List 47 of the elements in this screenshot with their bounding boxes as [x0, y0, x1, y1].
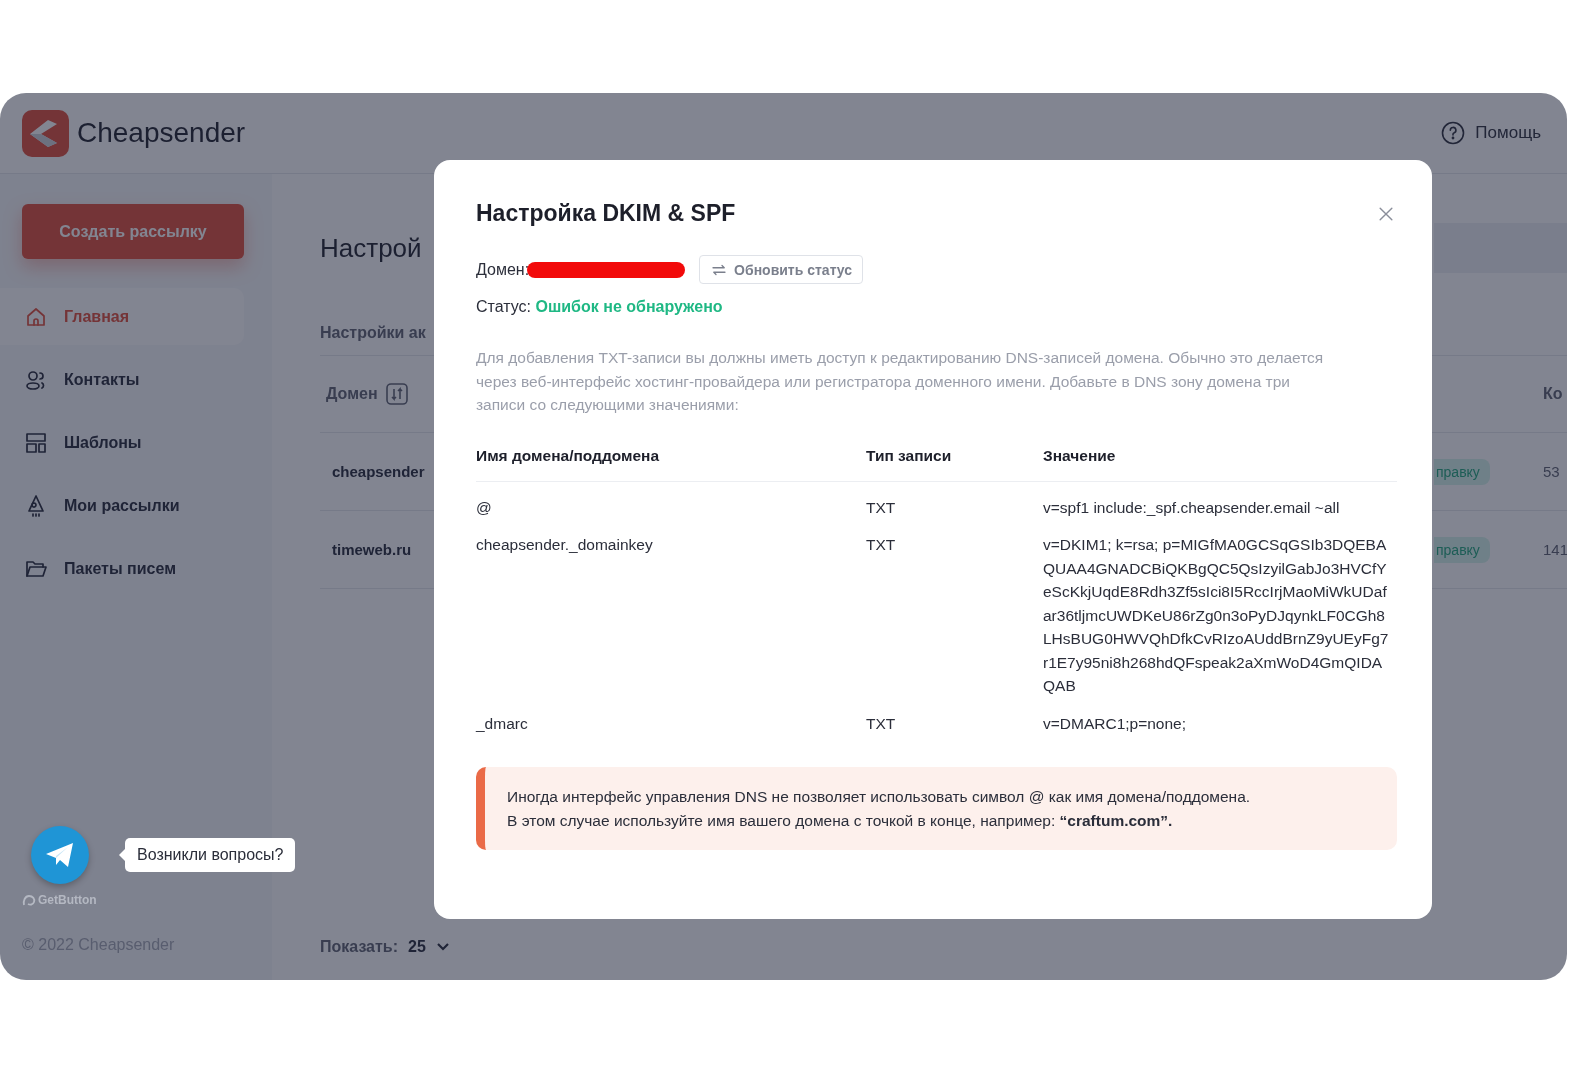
column-header: Домен — [326, 385, 378, 403]
domain-cell-text: cheapsender — [331, 463, 426, 480]
status-label: Статус: — [476, 298, 532, 315]
sidebar-item[interactable]: Контакты — [0, 351, 244, 408]
layout-icon — [24, 430, 48, 455]
chevron-down-icon[interactable] — [435, 942, 450, 952]
status-badge: правку — [1434, 458, 1490, 485]
create-mailing-button[interactable]: Создать рассылку — [22, 204, 244, 259]
page-size-select[interactable]: 25 — [408, 938, 426, 956]
sort-icon[interactable] — [385, 383, 408, 405]
logo-icon — [22, 109, 69, 157]
table-cell-text: v=DKIM1; k=rsa; p=MIGfMA0GCSqGSIb3DQEBAQUAA4GNADCBiQKBgQC5QsIzyilGabJo3HVCfYeScKkjUqdE8Rdh3Zf5sIci8I5RccIrjMaoMiWkUDafar36tljmcUWDKeU86rZg0n3oPyDJqynkLF0CGh8LHsBUG0HWVQhDfkCvRIzoAUddBrnZ9yUEyFg7r1E7y95ni8h268hdQFspeak2aXmWoD4GmQIDAQAB — [1043, 535, 1390, 696]
column-header: Ко — [1543, 385, 1564, 403]
domain-cell-text: timeweb.ru — [331, 541, 413, 558]
status-badge: правку — [1434, 536, 1490, 563]
brand-name: Cheapsender — [77, 117, 246, 149]
help-icon — [1441, 121, 1466, 145]
pager-label: Показать: — [320, 938, 398, 956]
table-cell-text: _dmarc — [476, 713, 529, 734]
dialog-title: Настройка DKIM & SPF — [476, 200, 736, 227]
count-cell: 141 — [1543, 541, 1567, 558]
status-value: Ошибок не обнаружено — [535, 298, 723, 315]
column-header: Тип записи — [866, 446, 1043, 482]
table-cell-text: @ — [476, 497, 493, 518]
table-cell-text: TXT — [866, 713, 897, 734]
table-cell-text: v=DMARC1;p=none; — [1043, 713, 1188, 734]
sidebar-item[interactable]: Шаблоны — [0, 414, 244, 471]
table-cell-text: TXT — [866, 535, 897, 555]
chat-bubble[interactable]: Возникли вопросы? — [125, 838, 296, 872]
help-link[interactable]: Помощь — [1441, 121, 1541, 145]
paper-plane-icon — [45, 842, 75, 868]
sidebar-item[interactable]: Пакеты писем — [0, 540, 244, 597]
page-title: Настрой — [320, 232, 423, 264]
column-header: Имя домена/поддомена — [476, 446, 866, 482]
table-cell-text: v=spf1 include:_spf.cheapsender.email ~all — [1043, 497, 1341, 518]
note-text: В этом случае используйте имя вашего домена с точкой в конце, например: “craftum.com”. — [507, 810, 1174, 831]
domain-label: Домен: — [476, 260, 530, 279]
count-cell-text: 53 — [1543, 463, 1561, 480]
table-cell-text: TXT — [866, 497, 897, 518]
note-text: Иногда интерфейс управления DNS не позволяет использовать символ @ как имя домена/поддомена. — [507, 787, 1252, 807]
column-header: Значение — [1043, 446, 1397, 482]
settings-tab[interactable]: Настройки ак — [320, 324, 434, 342]
sidebar-item[interactable]: Мои рассылки — [0, 477, 244, 534]
table-cell-text: cheapsender._domainkey — [476, 535, 654, 555]
sidebar-item[interactable]: Главная — [0, 288, 244, 345]
instructions-text: Для добавления TXT-записи вы должны иметь доступ к редактированию DNS-записей домена. Обычно это делается через веб-интерфейс хостинг-провайдера или регистратора доменного имени. Добавьте в DNS зону домена три записи со следующими значениями: — [476, 348, 1325, 415]
refresh-status-button[interactable]: Обновить статус — [699, 255, 864, 284]
